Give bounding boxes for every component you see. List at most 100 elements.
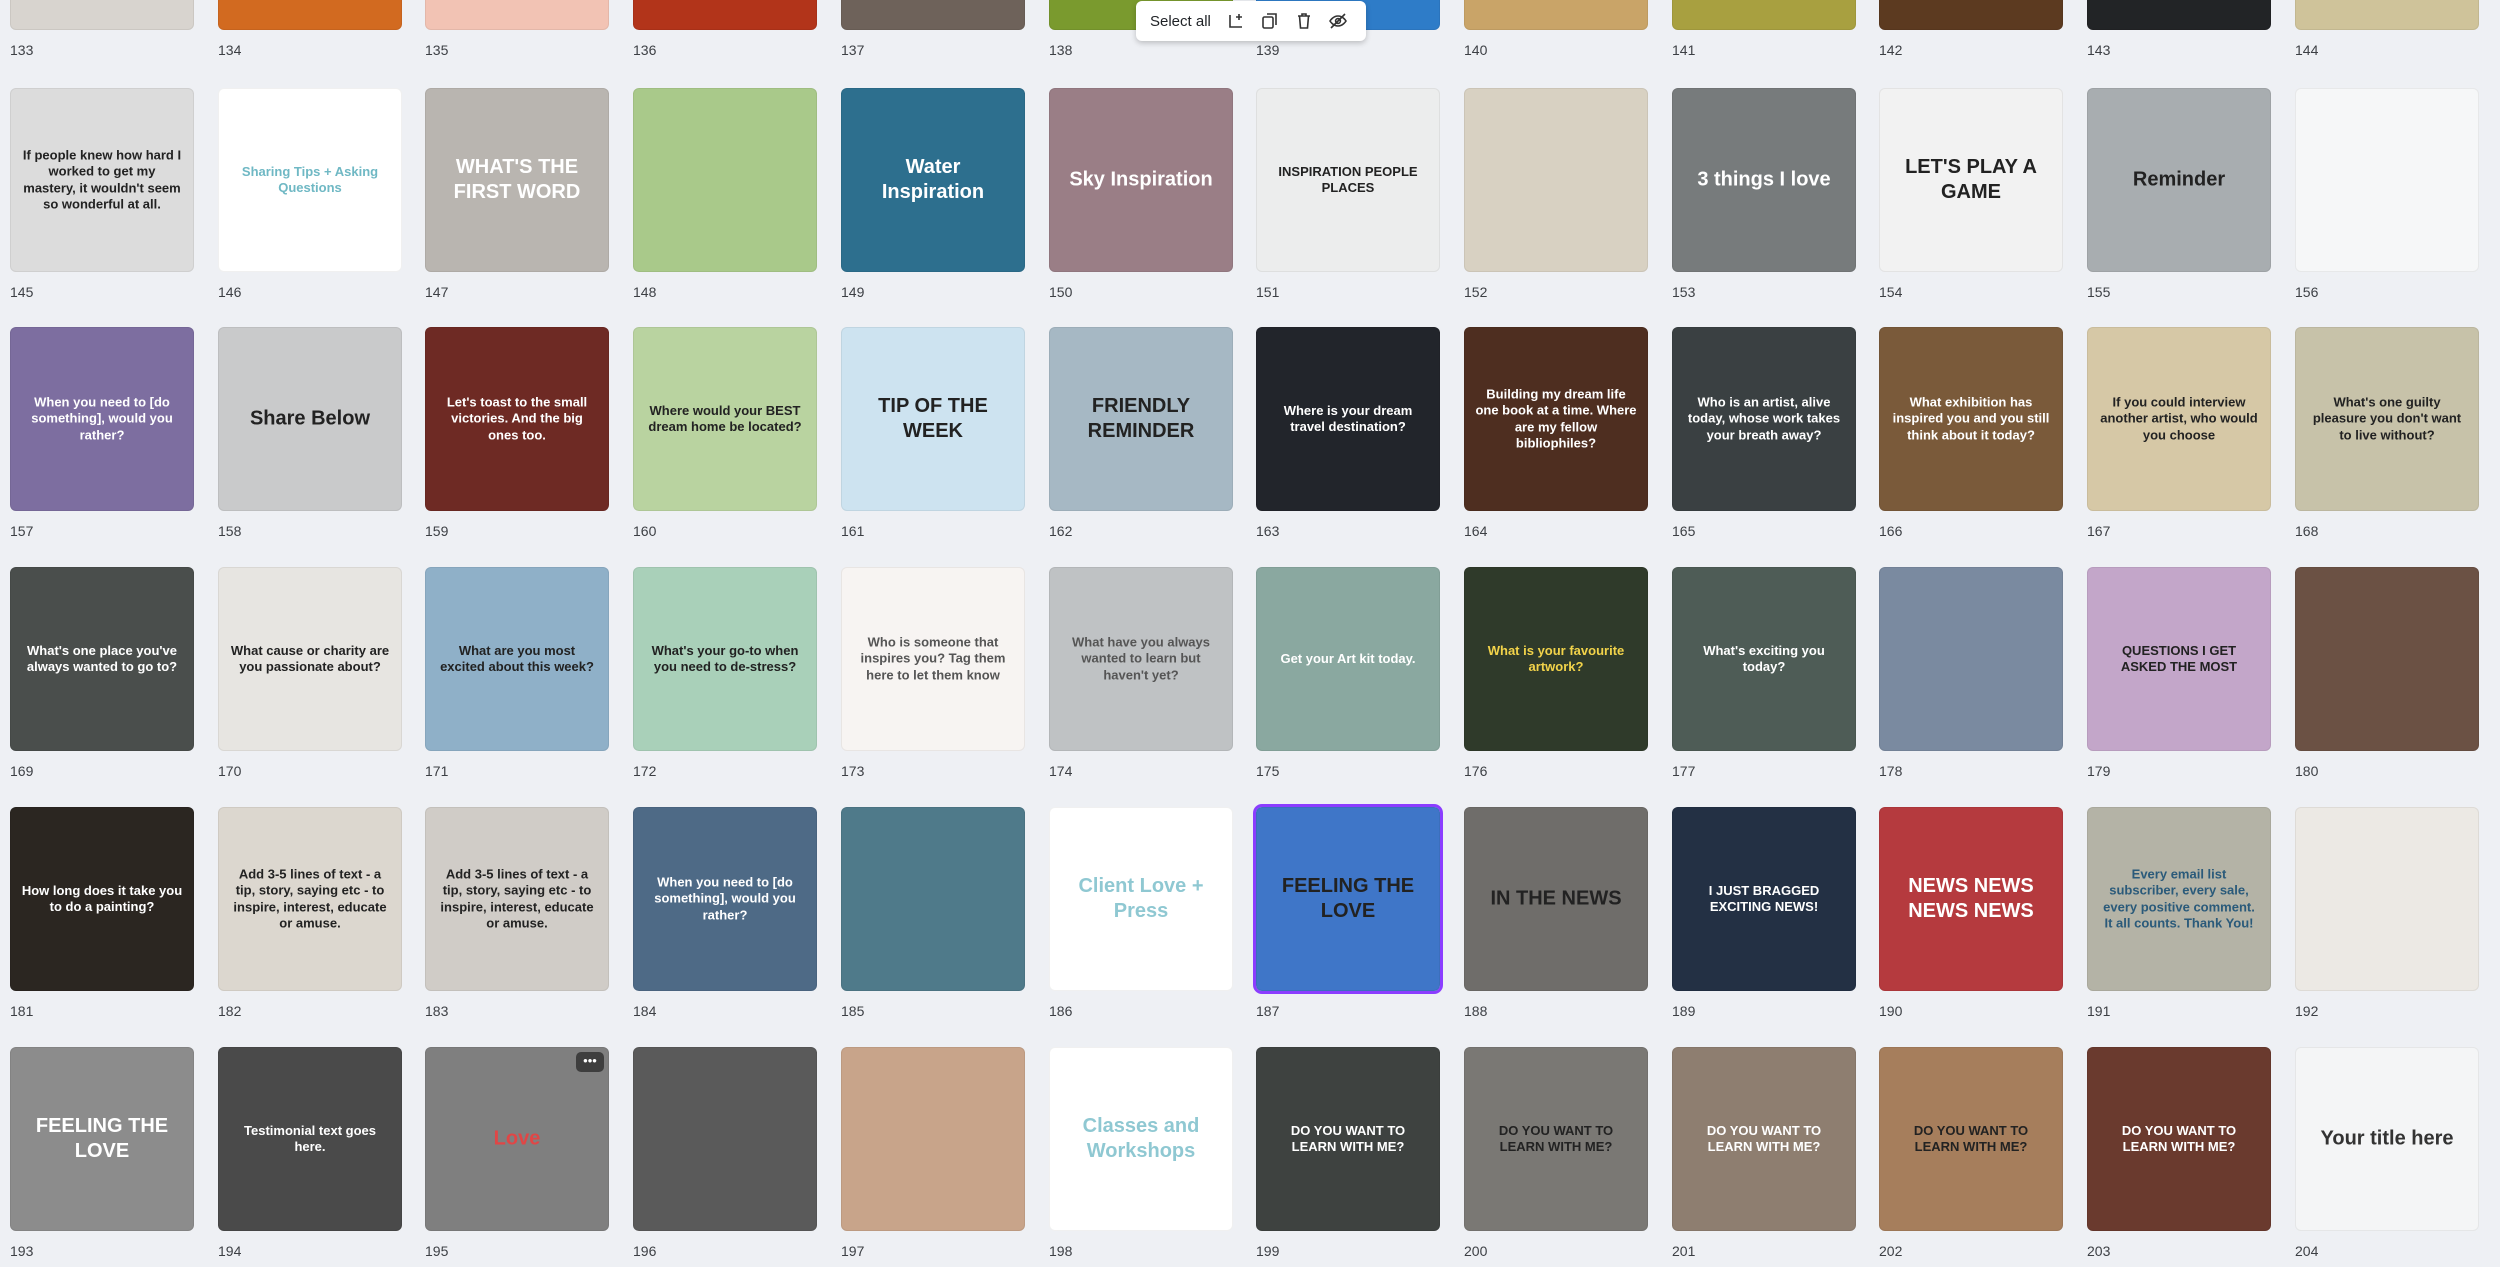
page-thumbnail-cell[interactable]: IN THE NEWS 188	[1464, 807, 1648, 1027]
page-thumbnail[interactable]: Let's toast to the small victories. And …	[425, 327, 609, 511]
page-thumbnail-cell[interactable]: DO YOU WANT TO LEARN WITH ME? 199	[1256, 1047, 1440, 1267]
page-thumbnail-cell[interactable]: I JUST BRAGGED EXCITING NEWS! 189	[1672, 807, 1856, 1027]
page-thumbnail-cell[interactable]: Who is someone that inspires you? Tag th…	[841, 567, 1025, 787]
page-thumbnail[interactable]	[425, 0, 609, 30]
page-thumbnail-cell[interactable]: QUESTIONS I GET ASKED THE MOST 179	[2087, 567, 2271, 787]
page-thumbnail-cell[interactable]: 178	[1879, 567, 2063, 787]
page-thumbnail[interactable]: DO YOU WANT TO LEARN WITH ME?	[1672, 1047, 1856, 1231]
page-thumbnail[interactable]: Add 3-5 lines of text - a tip, story, sa…	[425, 807, 609, 991]
page-thumbnail[interactable]: What's one guilty pleasure you don't wan…	[2295, 327, 2479, 511]
page-thumbnail-cell[interactable]: 140	[1464, 0, 1648, 66]
page-thumbnail-cell[interactable]: 197	[841, 1047, 1025, 1267]
page-thumbnail-cell[interactable]: 152	[1464, 88, 1648, 308]
page-thumbnail[interactable]: Sharing Tips + Asking Questions	[218, 88, 402, 272]
page-thumbnail[interactable]: Get your Art kit today.	[1256, 567, 1440, 751]
page-thumbnail-cell[interactable]: 135	[425, 0, 609, 66]
page-thumbnail[interactable]: Testimonial text goes here.	[218, 1047, 402, 1231]
page-thumbnail[interactable]: Who is an artist, alive today, whose wor…	[1672, 327, 1856, 511]
page-thumbnail-cell[interactable]: Sky Inspiration 150	[1049, 88, 1233, 308]
page-thumbnail-cell[interactable]: 142	[1879, 0, 2063, 66]
page-thumbnail[interactable]: What cause or charity are you passionate…	[218, 567, 402, 751]
page-thumbnail[interactable]	[633, 88, 817, 272]
page-thumbnail[interactable]: What exhibition has inspired you and you…	[1879, 327, 2063, 511]
page-thumbnail[interactable]: What is your favourite artwork?	[1464, 567, 1648, 751]
page-thumbnail-cell[interactable]: TIP OF THE WEEK 161	[841, 327, 1025, 547]
page-thumbnail-cell[interactable]: Classes and Workshops 198	[1049, 1047, 1233, 1267]
page-thumbnail[interactable]: DO YOU WANT TO LEARN WITH ME?	[1464, 1047, 1648, 1231]
page-thumbnail-cell[interactable]: Sharing Tips + Asking Questions 146	[218, 88, 402, 308]
page-thumbnail-cell[interactable]: Add 3-5 lines of text - a tip, story, sa…	[425, 807, 609, 1027]
page-thumbnail[interactable]: LET'S PLAY A GAME	[1879, 88, 2063, 272]
page-thumbnail-cell[interactable]: What's your go-to when you need to de-st…	[633, 567, 817, 787]
page-thumbnail[interactable]	[1879, 0, 2063, 30]
page-thumbnail[interactable]	[2295, 567, 2479, 751]
page-thumbnail-cell[interactable]: Share Below 158	[218, 327, 402, 547]
page-thumbnail[interactable]: 3 things I love	[1672, 88, 1856, 272]
page-thumbnail-cell[interactable]: Testimonial text goes here. 194	[218, 1047, 402, 1267]
page-thumbnail-cell[interactable]: 148	[633, 88, 817, 308]
page-thumbnail-cell[interactable]: DO YOU WANT TO LEARN WITH ME? 203	[2087, 1047, 2271, 1267]
page-thumbnail[interactable]	[2295, 88, 2479, 272]
page-thumbnail-cell[interactable]: What's exciting you today? 177	[1672, 567, 1856, 787]
page-thumbnail[interactable]: Building my dream life one book at a tim…	[1464, 327, 1648, 511]
page-thumbnail[interactable]: When you need to [do something], would y…	[633, 807, 817, 991]
page-thumbnail-cell[interactable]: Where would your BEST dream home be loca…	[633, 327, 817, 547]
page-thumbnail-cell[interactable]: Every email list subscriber, every sale,…	[2087, 807, 2271, 1027]
page-thumbnail-cell[interactable]: 137	[841, 0, 1025, 66]
page-thumbnail[interactable]	[2295, 807, 2479, 991]
page-thumbnail-cell[interactable]: DO YOU WANT TO LEARN WITH ME? 202	[1879, 1047, 2063, 1267]
page-thumbnail-cell[interactable]: 3 things I love 153	[1672, 88, 1856, 308]
page-thumbnail-cell[interactable]: How long does it take you to do a painti…	[10, 807, 194, 1027]
page-thumbnail[interactable]	[1879, 567, 2063, 751]
page-thumbnail[interactable]: Your title here	[2295, 1047, 2479, 1231]
page-thumbnail-cell[interactable]: Building my dream life one book at a tim…	[1464, 327, 1648, 547]
page-thumbnail[interactable]: FEELING THE LOVE	[1253, 804, 1443, 994]
page-thumbnail[interactable]: Who is someone that inspires you? Tag th…	[841, 567, 1025, 751]
page-thumbnail[interactable]: How long does it take you to do a painti…	[10, 807, 194, 991]
page-thumbnail[interactable]: If you could interview another artist, w…	[2087, 327, 2271, 511]
page-thumbnail[interactable]: Love •••	[425, 1047, 609, 1231]
select-all-button[interactable]: Select all	[1144, 13, 1217, 30]
page-thumbnail[interactable]: Classes and Workshops	[1049, 1047, 1233, 1231]
page-thumbnail[interactable]: DO YOU WANT TO LEARN WITH ME?	[1256, 1047, 1440, 1231]
duplicate-icon[interactable]	[1255, 6, 1285, 36]
page-thumbnail[interactable]	[633, 0, 817, 30]
page-thumbnail[interactable]: Every email list subscriber, every sale,…	[2087, 807, 2271, 991]
page-thumbnail[interactable]: FRIENDLY REMINDER	[1049, 327, 1233, 511]
page-thumbnail-cell[interactable]: If people knew how hard I worked to get …	[10, 88, 194, 308]
page-thumbnail[interactable]: Where would your BEST dream home be loca…	[633, 327, 817, 511]
page-thumbnail[interactable]	[841, 1047, 1025, 1231]
page-thumbnail[interactable]: When you need to [do something], would y…	[10, 327, 194, 511]
page-thumbnail-cell[interactable]: DO YOU WANT TO LEARN WITH ME? 201	[1672, 1047, 1856, 1267]
page-thumbnail-cell[interactable]: What are you most excited about this wee…	[425, 567, 609, 787]
page-thumbnail[interactable]: QUESTIONS I GET ASKED THE MOST	[2087, 567, 2271, 751]
page-thumbnail-cell[interactable]: NEWS NEWS NEWS NEWS 190	[1879, 807, 2063, 1027]
page-thumbnail[interactable]: Water Inspiration	[841, 88, 1025, 272]
page-thumbnail[interactable]: Share Below	[218, 327, 402, 511]
page-thumbnail-cell[interactable]: What's one place you've always wanted to…	[10, 567, 194, 787]
page-thumbnail-cell[interactable]: What have you always wanted to learn but…	[1049, 567, 1233, 787]
page-thumbnail[interactable]: What are you most excited about this wee…	[425, 567, 609, 751]
page-thumbnail-cell[interactable]: 143	[2087, 0, 2271, 66]
page-thumbnail[interactable]: TIP OF THE WEEK	[841, 327, 1025, 511]
page-thumbnail-cell[interactable]: What cause or charity are you passionate…	[218, 567, 402, 787]
page-thumbnail-cell[interactable]: INSPIRATION PEOPLE PLACES 151	[1256, 88, 1440, 308]
page-thumbnail[interactable]: DO YOU WANT TO LEARN WITH ME?	[1879, 1047, 2063, 1231]
page-thumbnail[interactable]: NEWS NEWS NEWS NEWS	[1879, 807, 2063, 991]
page-thumbnail-cell[interactable]: Add 3-5 lines of text - a tip, story, sa…	[218, 807, 402, 1027]
page-thumbnail[interactable]: INSPIRATION PEOPLE PLACES	[1256, 88, 1440, 272]
page-thumbnail[interactable]	[1672, 0, 1856, 30]
page-thumbnail[interactable]: Sky Inspiration	[1049, 88, 1233, 272]
page-thumbnail-cell[interactable]: FRIENDLY REMINDER 162	[1049, 327, 1233, 547]
page-thumbnail-cell[interactable]: 133	[10, 0, 194, 66]
add-page-icon[interactable]	[1221, 6, 1251, 36]
page-thumbnail[interactable]	[1464, 0, 1648, 30]
page-thumbnail-cell[interactable]: 180	[2295, 567, 2479, 787]
trash-icon[interactable]	[1289, 6, 1319, 36]
page-thumbnail-cell[interactable]: Let's toast to the small victories. And …	[425, 327, 609, 547]
page-thumbnail-cell[interactable]: Who is an artist, alive today, whose wor…	[1672, 327, 1856, 547]
page-thumbnail-cell[interactable]: 141	[1672, 0, 1856, 66]
page-thumbnail-cell[interactable]: What's one guilty pleasure you don't wan…	[2295, 327, 2479, 547]
page-thumbnail[interactable]: What's one place you've always wanted to…	[10, 567, 194, 751]
page-thumbnail[interactable]: What's exciting you today?	[1672, 567, 1856, 751]
